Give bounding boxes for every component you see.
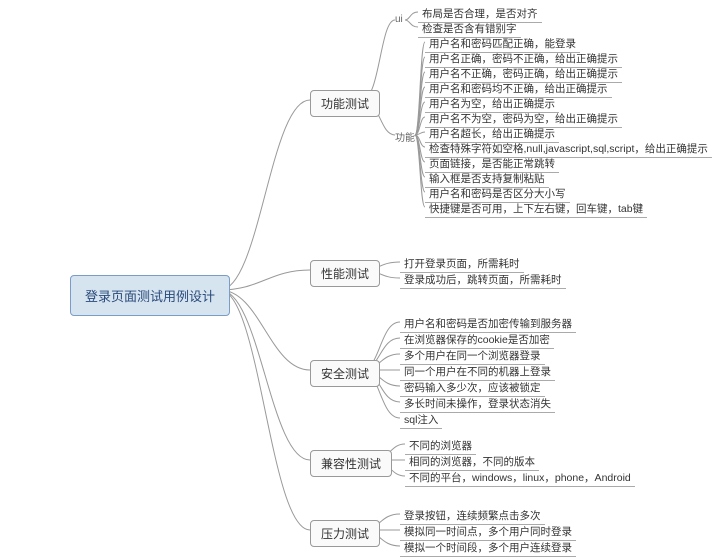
- branch-stress[interactable]: 压力测试: [310, 520, 380, 547]
- branch-performance[interactable]: 性能测试: [310, 260, 380, 287]
- leaf-perf-1[interactable]: 登录成功后，跳转页面，所需耗时: [400, 271, 566, 289]
- root-node[interactable]: 登录页面测试用例设计: [70, 275, 230, 316]
- leaf-sec-6[interactable]: sql注入: [400, 411, 442, 429]
- leaf-func-11[interactable]: 快捷键是否可用，上下左右键，回车键，tab键: [425, 200, 647, 218]
- leaf-stress-2[interactable]: 模拟一个时间段，多个用户连续登录: [400, 539, 576, 557]
- branch-security[interactable]: 安全测试: [310, 360, 380, 387]
- branch-functional[interactable]: 功能测试: [310, 90, 380, 117]
- sublabel-ui: ui: [395, 14, 403, 25]
- leaf-compat-2[interactable]: 不同的平台，windows，linux，phone，Android: [405, 469, 635, 487]
- sublabel-func: 功能: [395, 129, 415, 144]
- branch-compatibility[interactable]: 兼容性测试: [310, 450, 392, 477]
